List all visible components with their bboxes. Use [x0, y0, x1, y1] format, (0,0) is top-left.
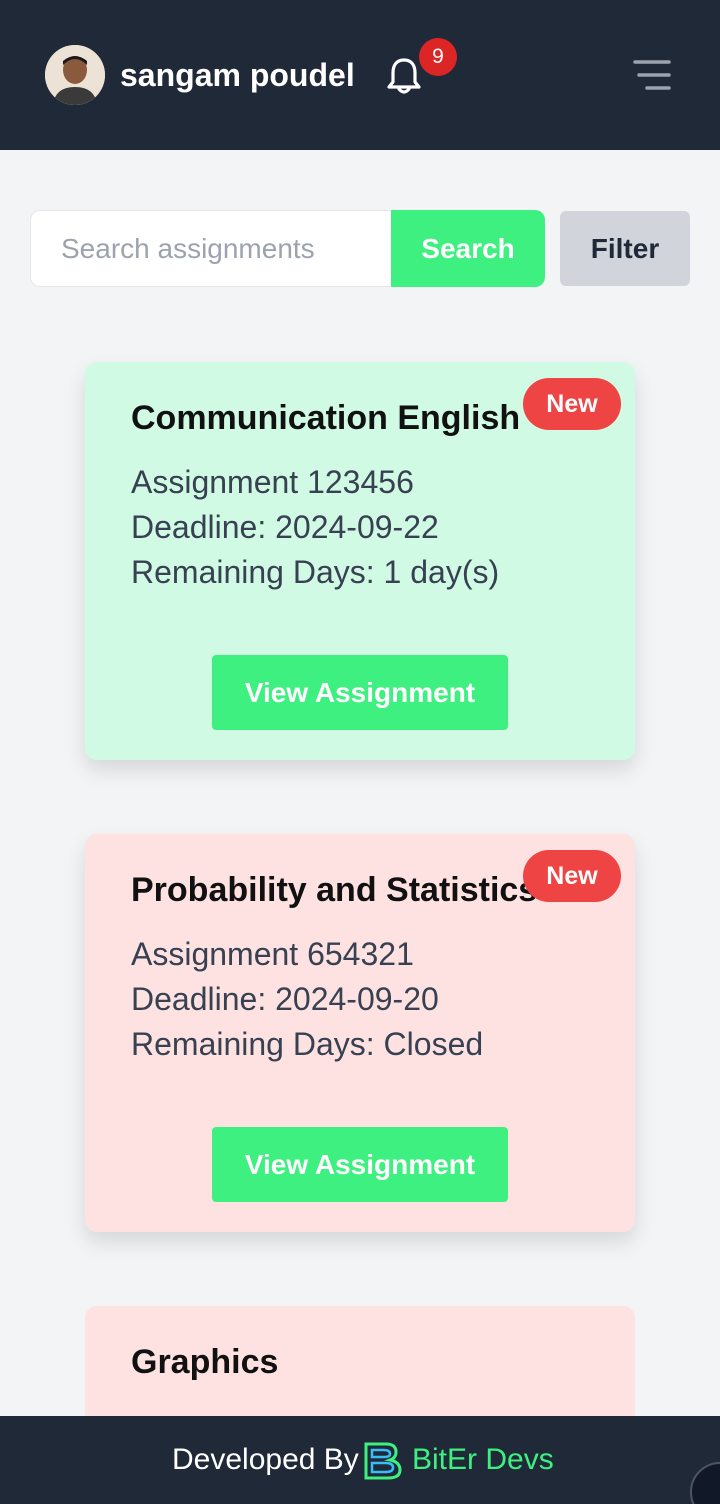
- view-assignment-button[interactable]: View Assignment: [212, 1127, 508, 1202]
- remaining-days-text: Remaining Days: 1 day(s): [131, 554, 500, 590]
- user-avatar[interactable]: [45, 45, 105, 105]
- new-badge: New: [523, 378, 621, 430]
- search-input[interactable]: [30, 210, 392, 287]
- assignment-card: Communication English New Assignment 123…: [85, 362, 635, 760]
- assignment-card: Probability and Statistics New Assignmen…: [85, 834, 635, 1232]
- hamburger-menu-icon[interactable]: [632, 58, 672, 92]
- app-header: sangam poudel 9: [0, 0, 720, 150]
- remaining-days-text: Remaining Days: Closed: [131, 1026, 484, 1062]
- card-title: Graphics: [131, 1343, 279, 1381]
- app-footer: Developed By BitEr Devs: [0, 1416, 720, 1504]
- assignment-card: Graphics: [85, 1306, 635, 1416]
- deadline-text: Deadline: 2024-09-22: [131, 509, 439, 545]
- new-badge: New: [523, 850, 621, 902]
- biter-devs-logo-icon: [362, 1438, 406, 1482]
- view-assignment-button[interactable]: View Assignment: [212, 655, 508, 730]
- search-button[interactable]: Search: [391, 210, 545, 287]
- assignment-id: Assignment 654321: [131, 936, 414, 972]
- assignment-id: Assignment 123456: [131, 464, 414, 500]
- deadline-text: Deadline: 2024-09-20: [131, 981, 439, 1017]
- notification-count-badge: 9: [419, 38, 457, 76]
- card-title: Probability and Statistics: [131, 871, 538, 909]
- filter-button[interactable]: Filter: [560, 211, 690, 286]
- user-name: sangam poudel: [120, 57, 355, 93]
- brand-name: BitEr Devs: [412, 1443, 554, 1476]
- card-title: Communication English: [131, 399, 521, 437]
- developed-by-label: Developed By: [172, 1443, 359, 1476]
